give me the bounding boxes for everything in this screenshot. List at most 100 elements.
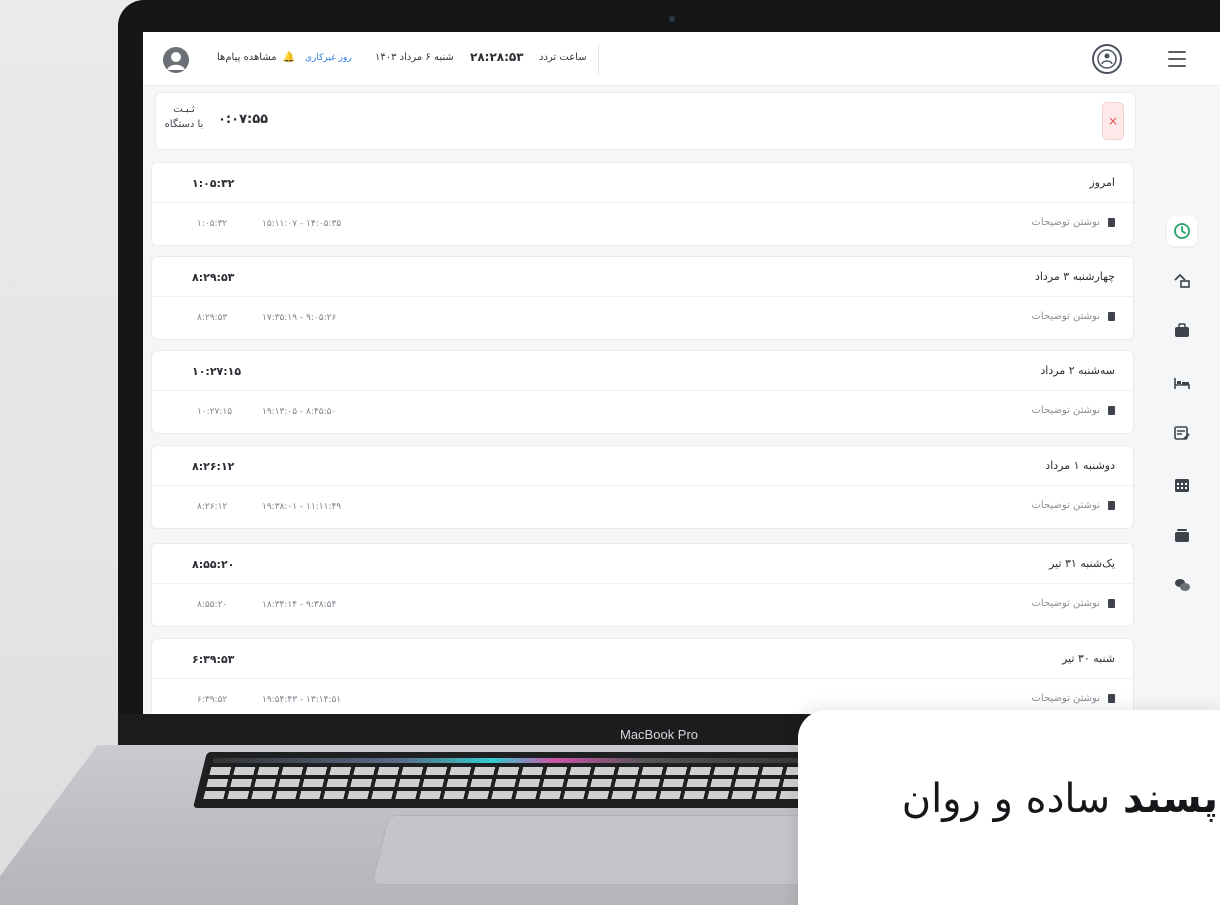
day-total: ۸:۲۶:۱۲ <box>192 460 235 473</box>
day-card: ۶:۳۹:۵۳ شنبه ۳۰ تیر ۶:۳۹:۵۲ ۱۹:۵۴:۴۳ - ۱… <box>151 638 1134 714</box>
day-total: ۸:۵۵:۲۰ <box>192 558 235 571</box>
day-title: یک‌شنبه ۳۱ تیر <box>1049 557 1115 570</box>
day-header: ۸:۲۹:۵۳ چهارشنبه ۳ مرداد <box>152 257 1133 297</box>
day-total: ۱:۰۵:۳۲ <box>192 177 235 190</box>
attendance-clock-label: ساعت تردد <box>539 52 587 63</box>
device-registration-card: ثـبـت با دستگاه ۰:۰۷:۵۵ × <box>155 92 1136 150</box>
write-description-link[interactable]: نوشتن توضیحات <box>1031 693 1115 704</box>
attendance-row: ۸:۲۹:۵۳ ۱۷:۳۵:۱۹ - ۹:۰۵:۲۶ نوشتن توضیحات <box>152 297 1133 341</box>
note-icon <box>1108 501 1115 510</box>
avatar[interactable] <box>163 47 189 73</box>
row-time-range: ۱۹:۵۴:۴۳ - ۱۳:۱۴:۵۱ <box>262 695 342 705</box>
row-time-range: ۱۵:۱۱:۰۷ - ۱۴:۰۵:۳۵ <box>262 219 342 229</box>
note-icon <box>1108 312 1115 321</box>
bed-icon[interactable] <box>1167 368 1197 398</box>
touch-bar <box>212 758 834 763</box>
promo-rest: ساده و روان <box>901 776 1111 822</box>
day-header: ۱:۰۵:۳۲ امروز <box>152 163 1133 203</box>
calendar-edit-icon[interactable] <box>1167 418 1197 448</box>
row-time-range: ۱۸:۳۴:۱۴ - ۹:۳۸:۵۴ <box>262 600 337 610</box>
row-time-range: ۱۷:۳۵:۱۹ - ۹:۰۵:۲۶ <box>262 313 337 323</box>
write-description-link[interactable]: نوشتن توضیحات <box>1031 311 1115 322</box>
write-description-label: نوشتن توضیحات <box>1031 598 1100 609</box>
day-card: ۸:۵۵:۲۰ یک‌شنبه ۳۱ تیر ۸:۵۵:۲۰ ۱۸:۳۴:۱۴ … <box>151 543 1134 627</box>
attendance-row: ۶:۳۹:۵۲ ۱۹:۵۴:۴۳ - ۱۳:۱۴:۵۱ نوشتن توضیحا… <box>152 679 1133 714</box>
messages-label: مشاهده پیام‌ها <box>217 52 277 63</box>
card-stack-icon[interactable] <box>1167 520 1197 550</box>
day-header: ۸:۵۵:۲۰ یک‌شنبه ۳۱ تیر <box>152 544 1133 584</box>
attendance-row: ۱:۰۵:۳۲ ۱۵:۱۱:۰۷ - ۱۴:۰۵:۳۵ نوشتن توضیحا… <box>152 203 1133 247</box>
keyboard <box>193 752 847 808</box>
device-label: MacBook Pro <box>620 727 699 742</box>
day-title: چهارشنبه ۳ مرداد <box>1034 270 1115 283</box>
user-icon <box>167 52 185 70</box>
day-card: ۱:۰۵:۳۲ امروز ۱:۰۵:۳۲ ۱۵:۱۱:۰۷ - ۱۴:۰۵:۳… <box>151 162 1134 246</box>
registration-label-line2: با دستگاه <box>164 119 204 130</box>
current-date: شنبه ۶ مرداد ۱۴۰۳ <box>375 52 454 63</box>
key-row <box>206 779 829 787</box>
row-time-range: ۱۹:۳۸:۰۱ - ۱۱:۱۱:۴۹ <box>262 502 342 512</box>
note-icon <box>1108 694 1115 703</box>
attendance-row: ۸:۲۶:۱۲ ۱۹:۳۸:۰۱ - ۱۱:۱۱:۴۹ نوشتن توضیحا… <box>152 486 1133 530</box>
app-logo[interactable] <box>1092 44 1122 74</box>
promo-text: پسند ساده و روان <box>902 776 1218 822</box>
day-title: شنبه ۳۰ تیر <box>1061 652 1115 665</box>
day-total: ۶:۳۹:۵۳ <box>192 653 235 666</box>
row-duration: ۸:۲۹:۵۳ <box>197 313 228 323</box>
write-description-label: نوشتن توضیحات <box>1031 311 1100 322</box>
workday-status-link[interactable]: روز غیرکاری <box>305 53 352 63</box>
write-description-link[interactable]: نوشتن توضیحات <box>1031 598 1115 609</box>
day-title: سه‌شنبه ۲ مرداد <box>1040 364 1115 377</box>
attendance-row: ۱۰:۲۷:۱۵ ۱۹:۱۳:۰۵ - ۸:۴۵:۵۰ نوشتن توضیحا… <box>152 391 1133 435</box>
header-divider <box>598 44 599 74</box>
write-description-link[interactable]: نوشتن توضیحات <box>1031 217 1115 228</box>
row-duration: ۱۰:۲۷:۱۵ <box>197 407 233 417</box>
row-duration: ۸:۵۵:۲۰ <box>197 600 228 610</box>
trackpad <box>371 815 849 885</box>
row-duration: ۸:۲۶:۱۲ <box>197 502 228 512</box>
write-description-link[interactable]: نوشتن توضیحات <box>1031 405 1115 416</box>
attendance-clock: ۲۸:۲۸:۵۳ <box>470 50 524 64</box>
day-total: ۱۰:۲۷:۱۵ <box>192 365 242 378</box>
calendar-grid-icon[interactable] <box>1167 470 1197 500</box>
write-description-label: نوشتن توضیحات <box>1031 405 1100 416</box>
row-time-range: ۱۹:۱۳:۰۵ - ۸:۴۵:۵۰ <box>262 407 337 417</box>
registration-timer: ۰:۰۷:۵۵ <box>218 112 269 127</box>
promo-banner: پسند ساده و روان <box>798 710 1220 905</box>
promo-bold: پسند <box>1122 776 1218 822</box>
note-icon <box>1108 218 1115 227</box>
bell-icon: 🔔 <box>282 52 296 63</box>
row-duration: ۱:۰۵:۳۲ <box>197 219 228 229</box>
note-icon <box>1108 599 1115 608</box>
camera-dot <box>669 16 675 22</box>
day-card: ۱۰:۲۷:۱۵ سه‌شنبه ۲ مرداد ۱۰:۲۷:۱۵ ۱۹:۱۳:… <box>151 350 1134 434</box>
day-header: ۱۰:۲۷:۱۵ سه‌شنبه ۲ مرداد <box>152 351 1133 391</box>
day-card: ۸:۲۶:۱۲ دوشنبه ۱ مرداد ۸:۲۶:۱۲ ۱۹:۳۸:۰۱ … <box>151 445 1134 529</box>
day-header: ۸:۲۶:۱۲ دوشنبه ۱ مرداد <box>152 446 1133 486</box>
logo-emblem-icon <box>1097 49 1117 69</box>
write-description-link[interactable]: نوشتن توضیحات <box>1031 500 1115 511</box>
write-description-label: نوشتن توضیحات <box>1031 500 1100 511</box>
hamburger-menu-icon[interactable] <box>1168 51 1186 67</box>
chat-bubbles-icon[interactable] <box>1167 570 1197 600</box>
sidebar <box>1143 86 1220 714</box>
day-title: دوشنبه ۱ مرداد <box>1045 459 1115 472</box>
briefcase-icon[interactable] <box>1167 316 1197 346</box>
write-description-label: نوشتن توضیحات <box>1031 693 1100 704</box>
top-bar: 🔔 مشاهده پیام‌ها روز غیرکاری شنبه ۶ مردا… <box>143 32 1220 86</box>
close-button[interactable]: × <box>1102 102 1124 140</box>
app-screen: 🔔 مشاهده پیام‌ها روز غیرکاری شنبه ۶ مردا… <box>143 32 1220 714</box>
key-row <box>209 767 832 775</box>
attendance-row: ۸:۵۵:۲۰ ۱۸:۳۴:۱۴ - ۹:۳۸:۵۴ نوشتن توضیحات <box>152 584 1133 628</box>
write-description-label: نوشتن توضیحات <box>1031 217 1100 228</box>
day-title: امروز <box>1089 176 1115 189</box>
day-total: ۸:۲۹:۵۳ <box>192 271 235 284</box>
key-row <box>203 791 826 799</box>
registration-label: ثـبـت با دستگاه <box>162 102 206 132</box>
row-duration: ۶:۳۹:۵۲ <box>197 695 228 705</box>
home-transfer-icon[interactable] <box>1167 266 1197 296</box>
registration-label-line1: ثـبـت <box>173 104 195 115</box>
day-card: ۸:۲۹:۵۳ چهارشنبه ۳ مرداد ۸:۲۹:۵۳ ۱۷:۳۵:۱… <box>151 256 1134 340</box>
timer-icon[interactable] <box>1167 216 1197 246</box>
messages-link[interactable]: 🔔 مشاهده پیام‌ها <box>217 52 295 63</box>
